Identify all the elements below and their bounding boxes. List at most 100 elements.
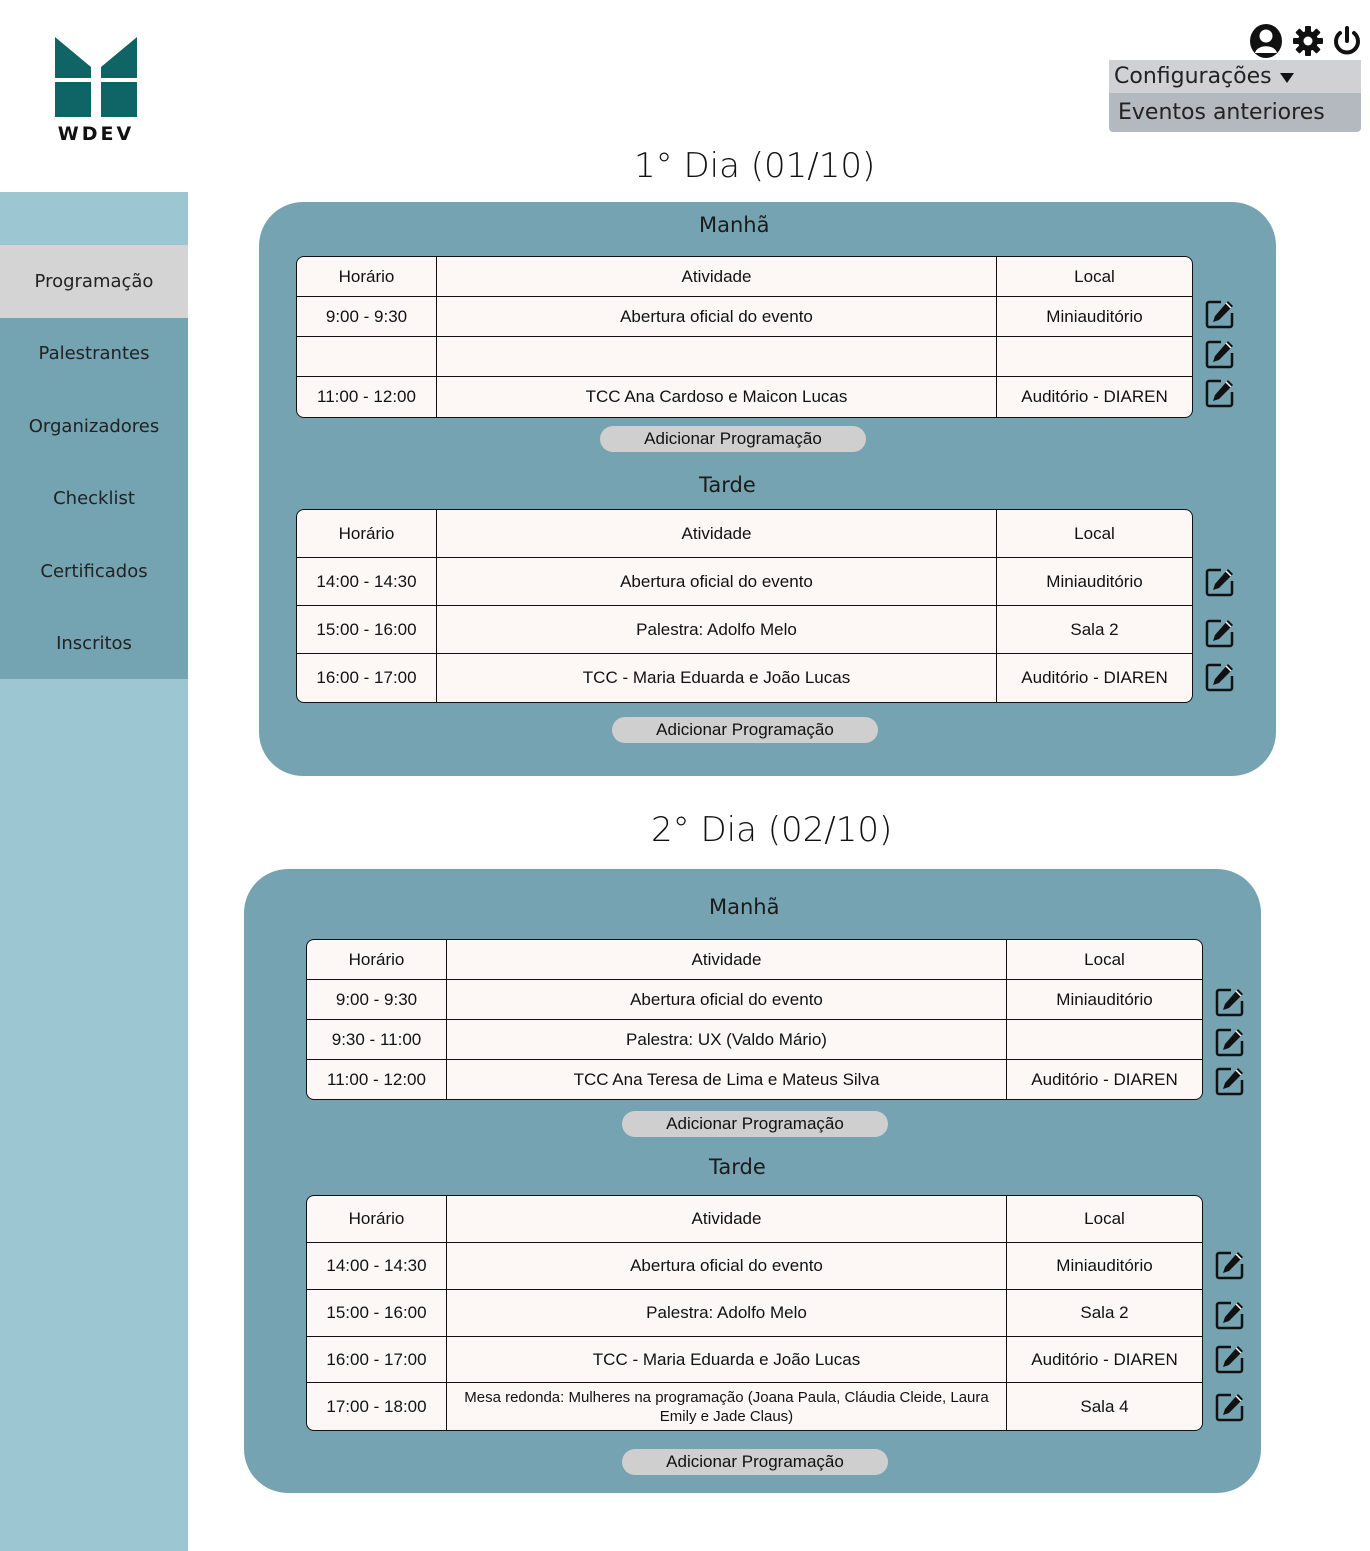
- cell-local: Miniauditório: [997, 297, 1192, 337]
- header-horario: Horário: [307, 1196, 447, 1243]
- table-header-row: Horário Atividade Local: [307, 1196, 1202, 1243]
- cell-horario: [297, 337, 437, 377]
- cell-local: Miniauditório: [1007, 980, 1202, 1020]
- cell-local: [997, 337, 1192, 377]
- cell-atividade: [437, 337, 997, 377]
- gear-icon[interactable]: [1292, 25, 1324, 62]
- table-row: 9:30 - 11:00 Palestra: UX (Valdo Mário): [307, 1020, 1202, 1060]
- edit-icon[interactable]: [1205, 567, 1235, 597]
- table-header-row: Horário Atividade Local: [297, 257, 1192, 297]
- cell-atividade: TCC Ana Teresa de Lima e Mateus Silva: [447, 1060, 1007, 1099]
- edit-icon[interactable]: [1215, 1250, 1245, 1280]
- user-icon[interactable]: [1248, 22, 1284, 65]
- sidebar: Programação Palestrantes Organizadores C…: [0, 192, 188, 1551]
- sidebar-item-organizadores[interactable]: Organizadores: [0, 390, 188, 463]
- cell-atividade: Palestra: Adolfo Melo: [447, 1290, 1007, 1337]
- edit-icon[interactable]: [1215, 1392, 1245, 1422]
- cell-horario: 15:00 - 16:00: [297, 606, 437, 654]
- cell-atividade: TCC - Maria Eduarda e João Lucas: [447, 1337, 1007, 1383]
- table-row: 16:00 - 17:00 TCC - Maria Eduarda e João…: [297, 654, 1192, 702]
- cell-local: Miniauditório: [1007, 1243, 1202, 1290]
- edit-icon[interactable]: [1215, 987, 1245, 1017]
- table-row: 11:00 - 12:00 TCC Ana Teresa de Lima e M…: [307, 1060, 1202, 1099]
- header-horario: Horário: [297, 257, 437, 297]
- day-2-morning-title: Manhã: [709, 895, 780, 919]
- table-row: 15:00 - 16:00 Palestra: Adolfo Melo Sala…: [307, 1290, 1202, 1337]
- menu-item-previous-events[interactable]: Eventos anteriores: [1109, 93, 1361, 132]
- edit-icon[interactable]: [1215, 1300, 1245, 1330]
- cell-local: Sala 4: [1080, 1396, 1129, 1416]
- cell-local: Auditório - DIAREN: [1031, 1069, 1178, 1089]
- edit-icon[interactable]: [1205, 618, 1235, 648]
- header-local: Local: [1007, 1196, 1202, 1243]
- table-row: 17:00 - 18:00 Mesa redonda: Mulheres na …: [307, 1383, 1202, 1430]
- header-local: Local: [1007, 940, 1202, 980]
- header-atividade: Atividade: [447, 940, 1007, 980]
- header-atividade: Atividade: [437, 257, 997, 297]
- table-row: 11:00 - 12:00 TCC Ana Cardoso e Maicon L…: [297, 377, 1192, 417]
- cell-atividade: TCC - Maria Eduarda e João Lucas: [437, 654, 997, 702]
- edit-icon[interactable]: [1205, 662, 1235, 692]
- config-label: Configurações: [1114, 64, 1272, 89]
- day-2-title: 2° Dia (02/10): [651, 810, 893, 850]
- cell-horario: 9:00 - 9:30: [307, 980, 447, 1020]
- sidebar-item-certificados[interactable]: Certificados: [0, 535, 188, 608]
- edit-icon[interactable]: [1205, 378, 1235, 408]
- table-header-row: Horário Atividade Local: [297, 510, 1192, 558]
- sidebar-item-palestrantes[interactable]: Palestrantes: [0, 318, 188, 391]
- cell-atividade: Abertura oficial do evento: [437, 297, 997, 337]
- day-1-afternoon-table: Horário Atividade Local 14:00 - 14:30 Ab…: [296, 509, 1193, 703]
- cell-atividade: TCC Ana Cardoso e Maicon Lucas: [437, 377, 997, 417]
- cell-horario: 14:00 - 14:30: [307, 1243, 447, 1290]
- table-row: 15:00 - 16:00 Palestra: Adolfo Melo Sala…: [297, 606, 1192, 654]
- edit-icon[interactable]: [1215, 1066, 1245, 1096]
- table-row: 14:00 - 14:30 Abertura oficial do evento…: [297, 558, 1192, 606]
- header-horario: Horário: [307, 940, 447, 980]
- cell-atividade: Mesa redonda: Mulheres na programação (J…: [447, 1383, 1007, 1430]
- day-2-morning-table: Horário Atividade Local 9:00 - 9:30 Aber…: [306, 939, 1203, 1100]
- cell-atividade: Abertura oficial do evento: [447, 1243, 1007, 1290]
- cell-horario: 9:30 - 11:00: [307, 1020, 447, 1060]
- cell-local: Auditório - DIAREN: [1021, 668, 1168, 687]
- header-local: Local: [997, 510, 1192, 558]
- header-atividade: Atividade: [437, 510, 997, 558]
- edit-icon[interactable]: [1205, 299, 1235, 329]
- add-programacao-button[interactable]: Adicionar Programação: [622, 1449, 888, 1475]
- table-row: 16:00 - 17:00 TCC - Maria Eduarda e João…: [307, 1337, 1202, 1383]
- wdev-logo: WDEV: [55, 37, 137, 147]
- cell-horario: 15:00 - 16:00: [307, 1290, 447, 1337]
- cell-horario: 16:00 - 17:00: [297, 654, 437, 702]
- cell-horario: 17:00 - 18:00: [307, 1383, 447, 1430]
- cell-local: Sala 2: [1007, 1290, 1202, 1337]
- table-row: 9:00 - 9:30 Abertura oficial do evento M…: [297, 297, 1192, 337]
- sidebar-item-programacao[interactable]: Programação: [0, 245, 188, 318]
- table-row: 9:00 - 9:30 Abertura oficial do evento M…: [307, 980, 1202, 1020]
- add-programacao-button[interactable]: Adicionar Programação: [622, 1111, 888, 1137]
- sidebar-item-inscritos[interactable]: Inscritos: [0, 608, 188, 681]
- day-1-title: 1° Dia (01/10): [634, 146, 876, 186]
- header-atividade: Atividade: [447, 1196, 1007, 1243]
- edit-icon[interactable]: [1215, 1027, 1245, 1057]
- cell-atividade: Palestra: UX (Valdo Mário): [447, 1020, 1007, 1060]
- day-1-morning-table: Horário Atividade Local 9:00 - 9:30 Aber…: [296, 256, 1193, 418]
- edit-icon[interactable]: [1215, 1344, 1245, 1374]
- logo-text: WDEV: [57, 123, 135, 145]
- add-programacao-button[interactable]: Adicionar Programação: [612, 717, 878, 743]
- add-programacao-button[interactable]: Adicionar Programação: [600, 426, 866, 452]
- config-dropdown[interactable]: Configurações: [1109, 60, 1361, 93]
- config-menu: Configurações Eventos anteriores: [1109, 60, 1361, 132]
- sidebar-item-checklist[interactable]: Checklist: [0, 463, 188, 536]
- cell-local: Auditório - DIAREN: [1021, 387, 1168, 406]
- cell-local: [1007, 1020, 1202, 1060]
- sidebar-nav: Programação Palestrantes Organizadores C…: [0, 245, 188, 679]
- power-icon[interactable]: [1332, 25, 1362, 62]
- cell-local: Auditório - DIAREN: [1007, 1337, 1202, 1383]
- day-2-afternoon-table: Horário Atividade Local 14:00 - 14:30 Ab…: [306, 1195, 1203, 1431]
- edit-icon[interactable]: [1205, 339, 1235, 369]
- table-row: 14:00 - 14:30 Abertura oficial do evento…: [307, 1243, 1202, 1290]
- cell-horario: 11:00 - 12:00: [307, 1060, 447, 1099]
- cell-horario: 16:00 - 17:00: [307, 1337, 447, 1383]
- cell-local: Miniauditório: [997, 558, 1192, 606]
- cell-atividade: Abertura oficial do evento: [437, 558, 997, 606]
- header-actions: [1248, 22, 1362, 65]
